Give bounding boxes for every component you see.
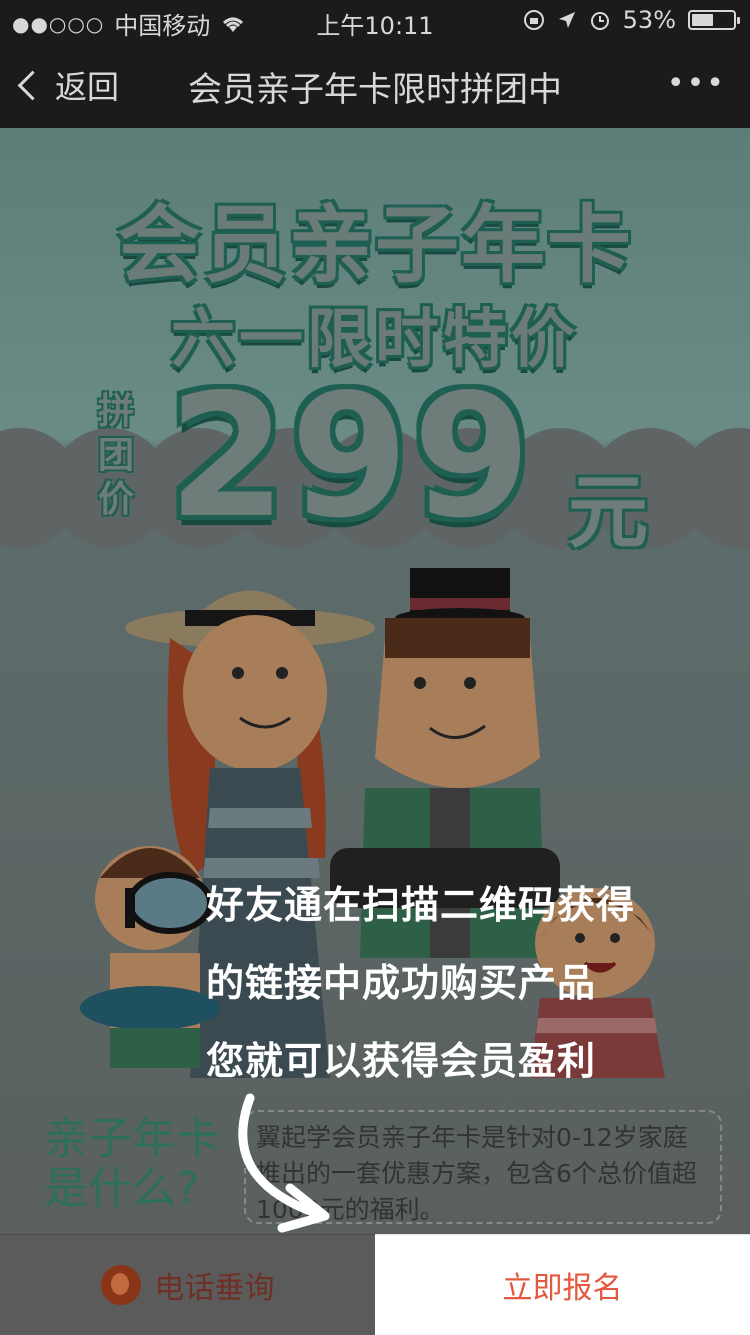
alarm-icon — [590, 12, 609, 30]
bottom-action-bar: 电话垂询 立即报名 — [0, 1234, 750, 1335]
battery-percentage: 53% — [622, 6, 676, 34]
instruction-line-1: 好友通在扫描二维码获得 — [206, 883, 636, 927]
curved-arrow-icon — [238, 1093, 330, 1233]
orientation-lock-icon — [523, 10, 544, 30]
status-bar: ●●○○○ 中国移动 上午10:11 53% — [0, 0, 750, 40]
location-arrow-icon — [558, 12, 575, 28]
instruction-line-2: 的链接中成功购买产品 — [206, 961, 597, 1005]
signup-button[interactable]: 立即报名 — [375, 1234, 750, 1335]
more-menu-button[interactable]: ••• — [667, 66, 726, 101]
price-number: 299 — [168, 358, 535, 556]
question-line-1: 亲子年卡 — [44, 1113, 220, 1164]
battery-fill — [692, 14, 713, 26]
section-question: 亲子年卡 是什么? — [44, 1114, 220, 1214]
customer-service-icon — [100, 1265, 141, 1305]
referral-instructions: 好友通在扫描二维码获得 的链接中成功购买产品 您就可以获得会员盈利 — [206, 866, 726, 1100]
navigation-bar: 返回 会员亲子年卡限时拼团中 ••• — [0, 40, 750, 128]
price-tag-label: 拼团价 — [98, 391, 135, 520]
page-title: 会员亲子年卡限时拼团中 — [188, 70, 562, 110]
battery-icon — [688, 10, 740, 30]
question-line-2: 是什么? — [44, 1163, 200, 1214]
phone-inquiry-label: 电话垂询 — [154, 1271, 275, 1306]
phone-inquiry-button[interactable]: 电话垂询 — [0, 1234, 375, 1335]
poster-content: 会员亲子年卡 六一限时特价 拼团价 299 元 好友通在扫描二维码获得 的链接中… — [0, 128, 750, 1234]
price-unit: 元 — [568, 466, 648, 559]
poster-headline: 会员亲子年卡 — [116, 196, 633, 294]
